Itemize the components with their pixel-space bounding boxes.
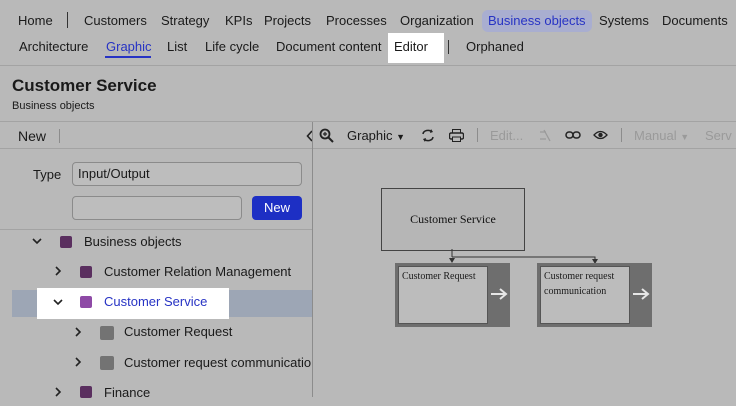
object-square-icon (80, 266, 92, 278)
page-title: Customer Service (12, 76, 157, 95)
diagram-node-label-line-1: Customer request (544, 271, 615, 282)
diagram-node-label-line-2: communication (544, 286, 607, 297)
diagram-node-label: Customer Request (398, 266, 488, 324)
type-field[interactable]: Input/Output (72, 162, 302, 186)
graphic-dropdown-label: Graphic (347, 128, 393, 143)
top-nav: Home Customers Strategy KPIs Projects Pr… (0, 0, 736, 36)
toolbar-separator (477, 128, 478, 142)
object-square-icon (60, 236, 72, 248)
tab-orphaned[interactable]: Orphaned (460, 36, 530, 62)
diagram-node-customer-service[interactable]: Customer Service (381, 188, 525, 251)
tree-item-customer-relation-management[interactable]: Customer Relation Management (104, 259, 291, 285)
nav-systems[interactable]: Systems (593, 10, 655, 32)
tree-item-finance[interactable]: Finance (104, 380, 150, 406)
nav-home[interactable]: Home (12, 10, 59, 32)
caret-down-icon: ▼ (680, 132, 690, 142)
new-menu-button[interactable]: New (18, 128, 46, 144)
type-label: Type (33, 167, 62, 182)
serv-button[interactable]: Serv (705, 128, 732, 143)
edit-button[interactable]: Edit... (490, 128, 523, 143)
diagram-node-customer-request-communication[interactable]: Customer request communication (537, 263, 652, 327)
nav-kpis[interactable]: KPIs (219, 10, 258, 32)
tab-life-cycle[interactable]: Life cycle (199, 36, 265, 62)
nav-customers[interactable]: Customers (78, 10, 153, 32)
nav-projects[interactable]: Projects (258, 10, 317, 32)
caret-down-icon: ▼ (396, 132, 406, 142)
chevron-right-icon[interactable] (53, 387, 63, 400)
tab-architecture[interactable]: Architecture (13, 36, 94, 62)
nav-strategy[interactable]: Strategy (155, 10, 215, 32)
chevron-right-icon[interactable] (73, 327, 83, 340)
toolbar-separator (59, 129, 60, 143)
graphic-dropdown[interactable]: Graphic ▼ (347, 128, 405, 143)
object-square-icon (100, 326, 114, 340)
manual-dropdown[interactable]: Manual ▼ (634, 128, 689, 143)
arrow-right-icon (632, 287, 650, 306)
nav-documents[interactable]: Documents (656, 10, 734, 32)
toolbar-separator (621, 128, 622, 142)
diagram-node-label: Customer request communication (540, 266, 630, 324)
object-square-icon (80, 296, 92, 308)
chevron-down-icon[interactable] (32, 236, 42, 249)
tree-item-business-objects[interactable]: Business objects (84, 229, 182, 255)
divider (0, 65, 736, 66)
nav-separator (67, 12, 68, 28)
tree-item-customer-service[interactable]: Customer Service (104, 289, 207, 315)
nav-processes[interactable]: Processes (320, 10, 393, 32)
refresh-icon[interactable] (421, 129, 435, 142)
print-icon[interactable] (449, 129, 464, 142)
chevron-right-icon[interactable] (73, 357, 83, 370)
chevron-right-icon[interactable] (53, 266, 63, 279)
name-field[interactable] (72, 196, 242, 220)
zoom-icon[interactable] (319, 128, 334, 143)
nav-business-objects[interactable]: Business objects (482, 10, 592, 32)
unlink-icon[interactable] (538, 129, 552, 142)
nav-separator (448, 40, 449, 54)
arrow-right-icon (490, 287, 508, 306)
chevron-down-icon[interactable] (53, 297, 63, 310)
divider (0, 148, 312, 149)
nav-organization[interactable]: Organization (394, 10, 480, 32)
tab-graphic[interactable]: Graphic (100, 36, 158, 62)
divider (313, 148, 736, 149)
tab-list[interactable]: List (161, 36, 193, 62)
link-icon[interactable] (565, 130, 581, 140)
divider (0, 121, 736, 122)
object-square-icon (100, 356, 114, 370)
page-subtitle: Business objects (12, 100, 95, 112)
tree-item-customer-request-communication[interactable]: Customer request communication (124, 350, 312, 376)
tab-document-content[interactable]: Document content (270, 36, 388, 62)
pane-splitter[interactable] (312, 122, 313, 397)
new-button[interactable]: New (252, 196, 302, 220)
tab-graphic-underline (105, 56, 151, 58)
eye-icon[interactable] (593, 130, 608, 140)
tab-editor[interactable]: Editor (388, 33, 444, 63)
tree-item-customer-request[interactable]: Customer Request (124, 319, 232, 345)
manual-dropdown-label: Manual (634, 128, 677, 143)
object-square-icon (80, 386, 92, 398)
diagram-node-customer-request[interactable]: Customer Request (395, 263, 510, 327)
